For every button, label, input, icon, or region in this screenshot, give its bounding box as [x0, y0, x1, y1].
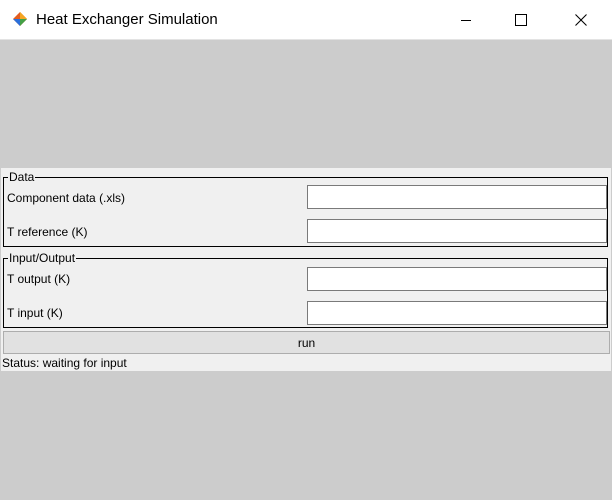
minimize-button[interactable] — [443, 0, 489, 39]
t-reference-input[interactable] — [307, 219, 607, 243]
component-data-label: Component data (.xls) — [7, 191, 126, 205]
app-window: Heat Exchanger Simulation Data Component… — [0, 0, 612, 500]
maximize-icon — [515, 13, 527, 26]
data-group-legend: Data — [8, 170, 36, 184]
t-input-label: T input (K) — [7, 306, 63, 320]
bottom-blank-area — [1, 371, 611, 500]
t-reference-label: T reference (K) — [7, 225, 88, 239]
input-output-group-legend: Input/Output — [8, 251, 77, 265]
top-blank-area — [1, 40, 611, 168]
window-title: Heat Exchanger Simulation — [36, 11, 218, 28]
close-button[interactable] — [558, 0, 604, 39]
t-output-input[interactable] — [307, 267, 607, 291]
run-button[interactable]: run — [3, 331, 610, 354]
title-bar[interactable]: Heat Exchanger Simulation — [0, 0, 612, 40]
input-output-group: Input/Output T output (K) T input (K) — [3, 251, 608, 328]
t-input-input[interactable] — [307, 301, 607, 325]
form-panel: Data Component data (.xls) T reference (… — [1, 168, 611, 371]
matlab-app-icon — [13, 12, 27, 26]
data-group: Data Component data (.xls) T reference (… — [3, 170, 608, 247]
minimize-icon — [461, 19, 471, 21]
maximize-button[interactable] — [498, 0, 544, 39]
close-icon — [575, 13, 587, 26]
t-output-label: T output (K) — [7, 272, 71, 286]
status-text: Status: waiting for input — [2, 356, 127, 370]
component-data-input[interactable] — [307, 185, 607, 209]
